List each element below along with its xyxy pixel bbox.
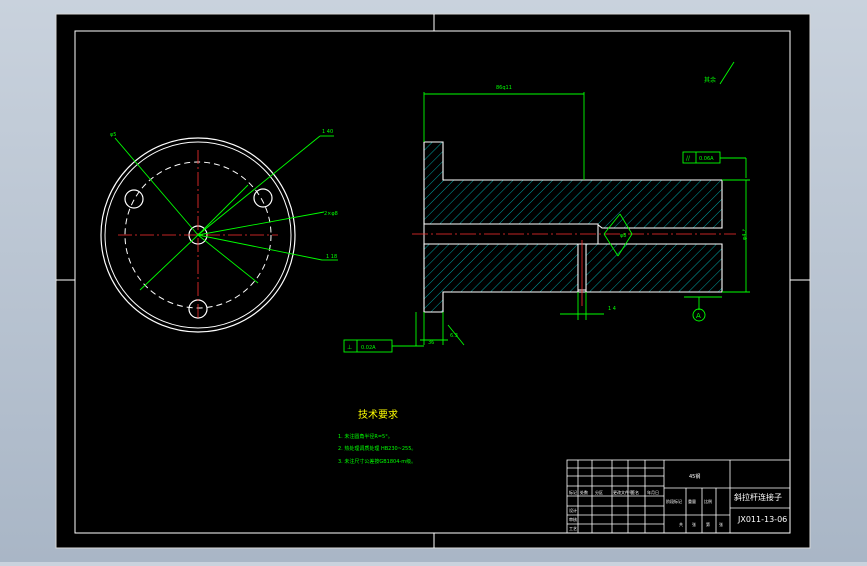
tb-row-review: 审核 (569, 516, 577, 522)
tb-sheet-unit-2: 张 (719, 521, 723, 527)
tb-row-process: 工艺 (569, 526, 577, 531)
tb-scale: 比例 (704, 498, 712, 504)
tb-stage: 阶段标记 (666, 498, 682, 504)
dim-bore: φ8 (620, 233, 626, 239)
left-note-radial: 1 18 (326, 254, 337, 260)
tb-drawing-number: JX011-13-06 (737, 515, 787, 524)
tb-material: 45钢 (689, 473, 700, 480)
notes-line-2: 2. 热处理调质处理 HB230~255。 (338, 445, 416, 452)
tb-col-date: 年月日 (647, 489, 659, 495)
tb-sheet-unit: 张 (692, 521, 696, 527)
tb-row-design: 设计 (569, 507, 577, 513)
notes-heading: 技术要求 (358, 408, 398, 421)
tol-left-symbol: ⊥ (347, 344, 352, 351)
tb-sheet-total: 共 (679, 521, 683, 527)
left-note-bore: φ5 (110, 132, 116, 138)
dim-note-4: 1 4 (608, 306, 616, 312)
cad-drawing-canvas[interactable]: φ5 1 40 2×φ8 1 18 86q11 φ4₋ᵖ 1 4 φ8 36 其… (0, 0, 867, 562)
tb-part-name: 斜拉杆连接子 (734, 492, 782, 502)
tol-left-value: 0.02A (361, 345, 376, 351)
datum-label: A (696, 312, 701, 320)
surface-finish-value: 6.3 (450, 333, 458, 339)
surface-finish-note: 其余 (704, 76, 716, 84)
cad-viewport[interactable]: φ5 1 40 2×φ8 1 18 86q11 φ4₋ᵖ 1 4 φ8 36 其… (0, 0, 867, 562)
dim-flange-width: 36 (428, 340, 434, 346)
tol-right-value: 0.06A (699, 156, 714, 162)
tb-weight: 重量 (688, 498, 696, 504)
dim-diameter-right: φ4₋ᵖ (742, 229, 748, 240)
tb-col-sign: 签名 (631, 489, 639, 495)
tb-sheet-no: 第 (706, 521, 710, 527)
notes-line-1: 1. 未注圆角半径R=5°。 (338, 433, 393, 440)
dim-overall-length: 86q11 (496, 85, 512, 91)
tb-col-count: 处数 (580, 489, 588, 495)
tb-col-zone: 分区 (595, 489, 603, 495)
left-note-holes: 2×φ8 (324, 211, 338, 217)
tb-col-change: 更改文件号 (613, 489, 633, 495)
notes-line-3: 3. 未注尺寸公差按GB1804-m级。 (338, 458, 416, 465)
tb-row-mark: 标记 (569, 489, 577, 495)
left-note-angle: 1 40 (322, 129, 333, 135)
